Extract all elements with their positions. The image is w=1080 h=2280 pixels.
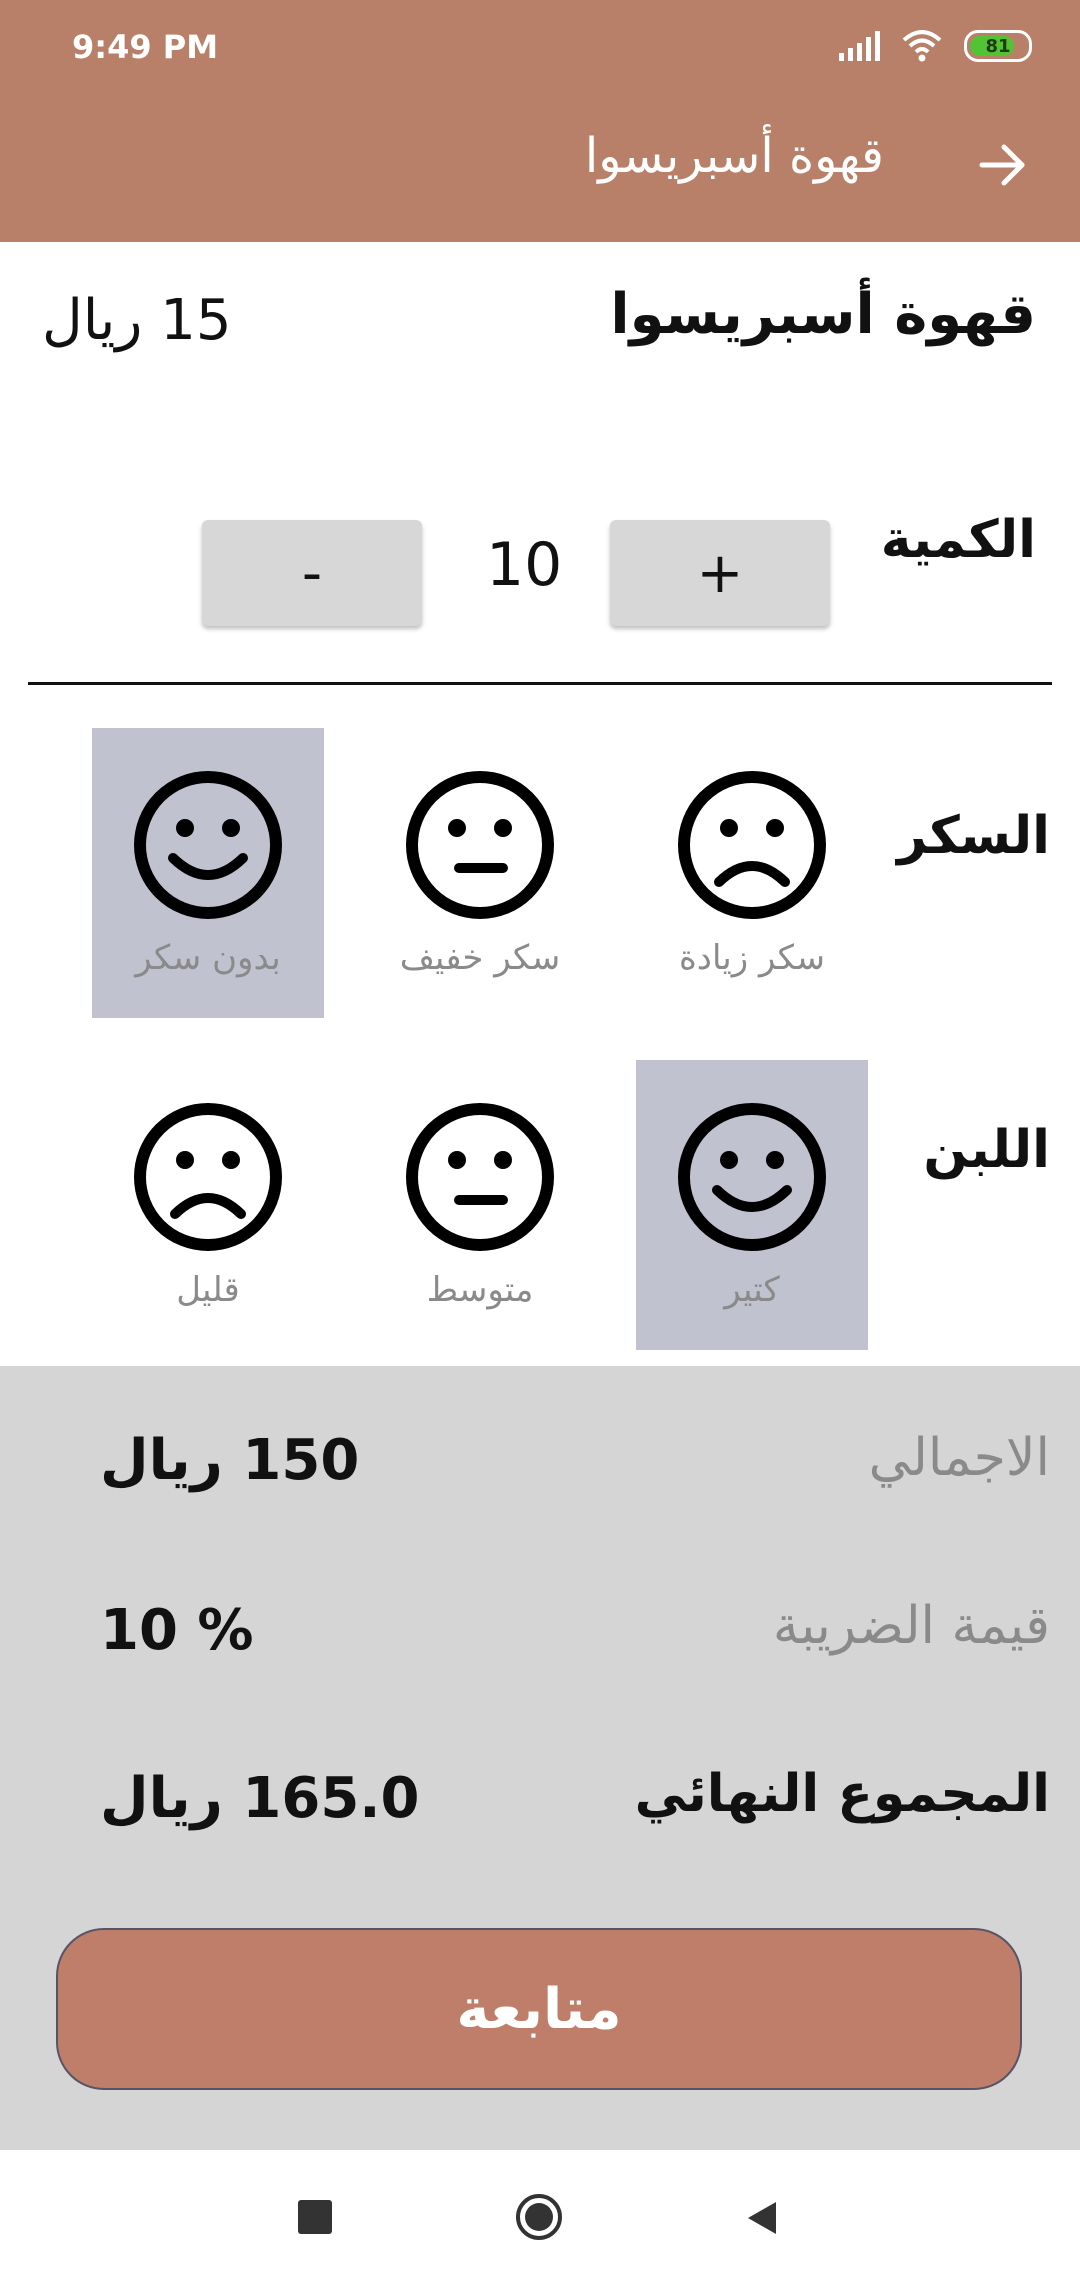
milk-option-much[interactable]: كتير bbox=[636, 1060, 868, 1350]
milk-option-medium[interactable]: متوسط bbox=[364, 1060, 596, 1350]
signal-icon bbox=[839, 31, 880, 61]
sugar-option-none[interactable]: بدون سكر bbox=[92, 728, 324, 1018]
increase-quantity-button[interactable]: + bbox=[610, 520, 830, 626]
happy-face-icon bbox=[134, 771, 282, 919]
product-name: قهوة أسبريسوا bbox=[610, 282, 1036, 347]
final-total-value: 165.0 ريال bbox=[100, 1766, 420, 1831]
battery-level: 81 bbox=[985, 35, 1011, 57]
milk-option-label: قليل bbox=[176, 1270, 240, 1310]
milk-option-little[interactable]: قليل bbox=[92, 1060, 324, 1350]
home-icon[interactable] bbox=[514, 2192, 564, 2242]
status-time: 9:49 PM bbox=[72, 28, 219, 66]
sugar-option-extra[interactable]: سكر زيادة bbox=[636, 728, 868, 1018]
total-value: 150 ريال bbox=[100, 1428, 360, 1493]
quantity-label: الكمية bbox=[880, 510, 1036, 570]
sugar-option-label: سكر خفيف bbox=[399, 938, 561, 978]
sugar-option-label: سكر زيادة bbox=[678, 938, 826, 978]
divider bbox=[28, 682, 1052, 685]
decrease-quantity-button[interactable]: - bbox=[202, 520, 422, 626]
order-summary: الاجمالي 150 ريال قيمة الضريبة % 10 المج… bbox=[0, 1366, 1080, 2150]
sugar-option-label: بدون سكر bbox=[135, 938, 281, 978]
sad-face-icon bbox=[134, 1103, 282, 1251]
wifi-icon bbox=[902, 30, 942, 62]
back-icon[interactable] bbox=[742, 2198, 782, 2238]
sugar-label: السكر bbox=[897, 806, 1050, 866]
quantity-value: 10 bbox=[486, 530, 563, 600]
total-label: الاجمالي bbox=[868, 1428, 1050, 1488]
product-price: 15 ريال bbox=[42, 288, 232, 353]
status-icons: 81 bbox=[839, 26, 1032, 66]
neutral-face-icon bbox=[406, 771, 554, 919]
happy-face-icon bbox=[678, 1103, 826, 1251]
system-nav-bar bbox=[0, 2150, 1080, 2280]
app-title: قهوة أسبريسوا bbox=[584, 128, 884, 184]
battery-icon: 81 bbox=[964, 30, 1032, 62]
app-header: 9:49 PM 81 قهوة أسبريسوا bbox=[0, 0, 1080, 242]
recents-icon[interactable] bbox=[298, 2200, 332, 2234]
milk-option-label: متوسط bbox=[426, 1270, 534, 1310]
neutral-face-icon bbox=[406, 1103, 554, 1251]
final-total-label: المجموع النهائي bbox=[634, 1764, 1050, 1824]
sugar-option-light[interactable]: سكر خفيف bbox=[364, 728, 596, 1018]
tax-value: % 10 bbox=[100, 1598, 254, 1663]
milk-option-label: كتير bbox=[724, 1270, 780, 1310]
continue-button[interactable]: متابعة bbox=[56, 1928, 1022, 2090]
tax-label: قيمة الضريبة bbox=[772, 1596, 1050, 1656]
arrow-right-icon[interactable] bbox=[968, 130, 1038, 200]
sad-face-icon bbox=[678, 771, 826, 919]
milk-label: اللبن bbox=[923, 1120, 1050, 1180]
